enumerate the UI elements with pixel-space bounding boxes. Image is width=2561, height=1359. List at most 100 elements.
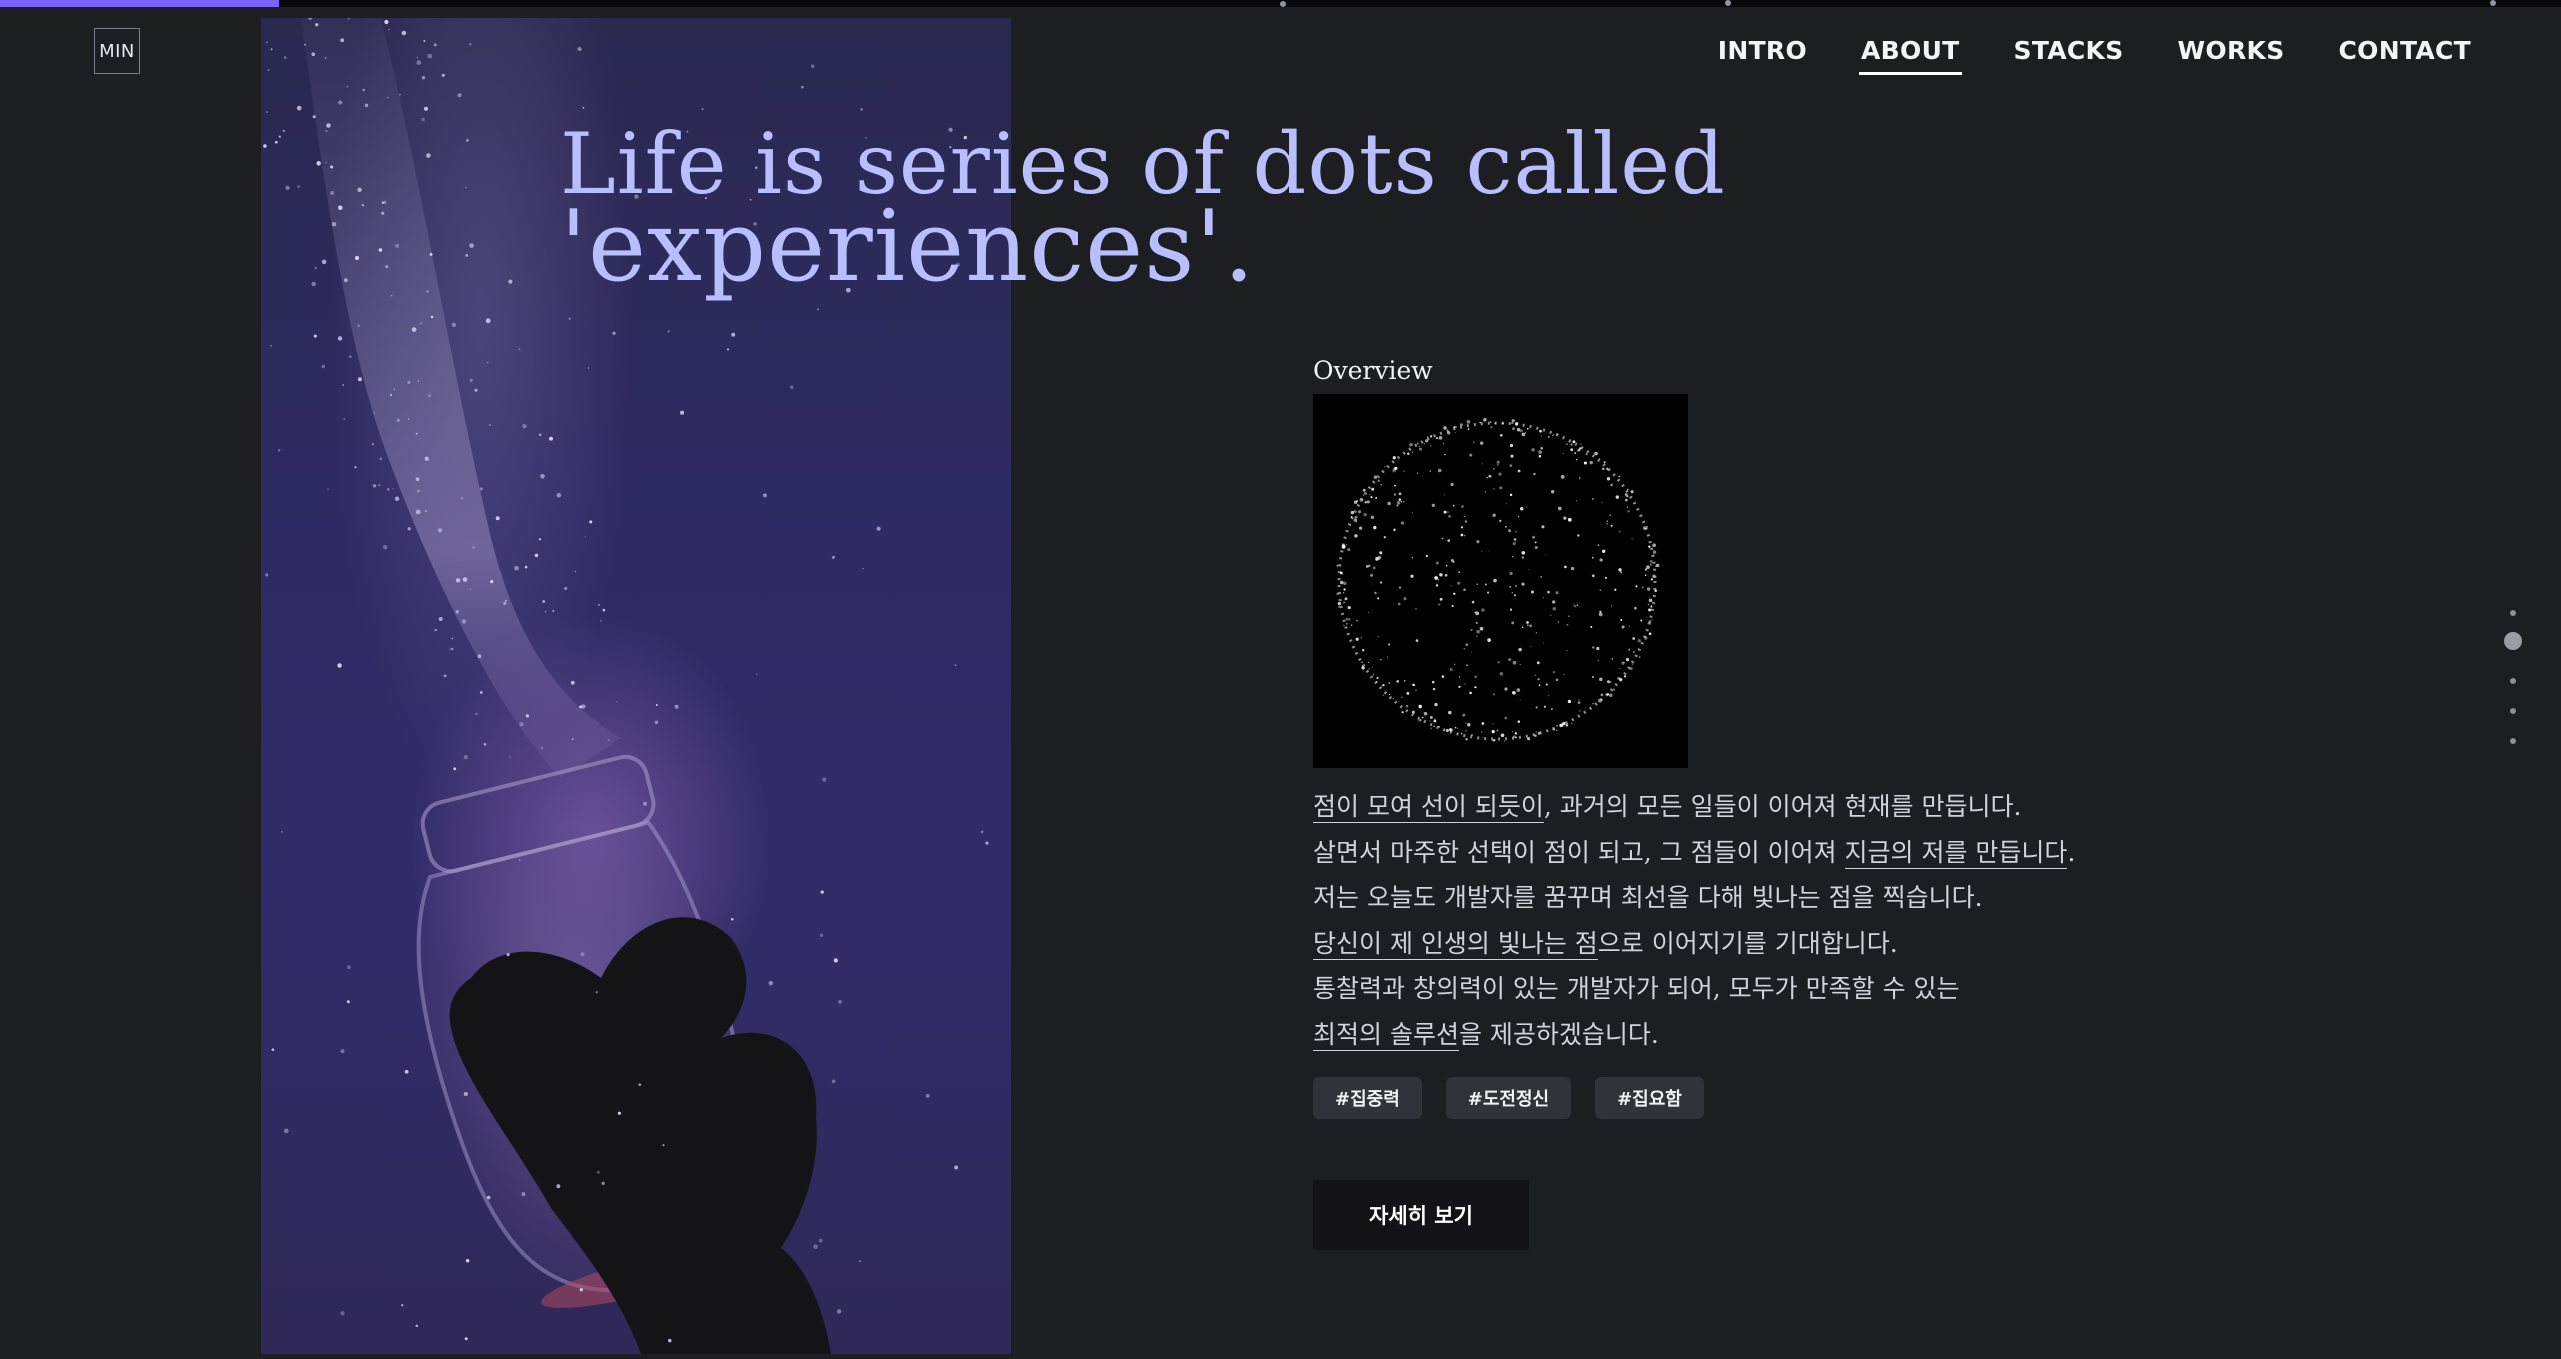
section-dot[interactable]	[2510, 678, 2516, 684]
globe-dot	[1541, 435, 1543, 437]
globe-dot	[1570, 443, 1573, 446]
star-dot	[463, 755, 468, 760]
star-dot	[371, 443, 374, 446]
nav-works[interactable]: WORKS	[2178, 36, 2285, 75]
star-dot	[469, 243, 474, 248]
globe-dot	[1552, 670, 1555, 674]
star-dot	[475, 712, 478, 716]
star-dot	[860, 107, 864, 111]
star-dot	[407, 418, 410, 420]
globe-dot	[1499, 433, 1503, 437]
star-dot	[981, 830, 984, 834]
globe-dot	[1431, 680, 1435, 684]
star-dot	[451, 637, 453, 640]
globe-dot	[1434, 576, 1438, 580]
globe-dot	[1596, 646, 1600, 651]
section-dot[interactable]	[2510, 708, 2516, 714]
globe-dot	[1379, 551, 1383, 555]
globe-dot	[1508, 529, 1512, 533]
globe-dot	[1515, 422, 1519, 426]
star-dot	[427, 394, 431, 398]
line-text: 살면서 마주한 선택이 점이 되고, 그 점들이 이어져	[1313, 837, 1845, 867]
globe-dot	[1369, 493, 1371, 496]
globe-dot	[1525, 506, 1528, 508]
globe-dot	[1343, 581, 1347, 586]
globe-dot	[1510, 454, 1514, 458]
globe-dot	[1606, 693, 1610, 696]
globe-dot	[1454, 726, 1457, 729]
section-dot[interactable]	[2510, 738, 2516, 744]
dotted-globe-image	[1313, 394, 1688, 768]
highlighted-phrase: 점이 모여 선이 되듯이	[1313, 792, 1544, 823]
globe-dot	[1443, 510, 1447, 514]
globe-dot	[1496, 463, 1499, 466]
main-nav: INTRO ABOUT STACKS WORKS CONTACT	[1718, 36, 2471, 75]
globe-dot	[1521, 582, 1525, 586]
star-dot	[270, 48, 273, 51]
globe-dot	[1547, 435, 1550, 438]
globe-dot	[1619, 668, 1621, 670]
globe-dot	[1464, 683, 1466, 685]
nav-about[interactable]: ABOUT	[1859, 36, 1962, 75]
globe-dot	[1499, 486, 1503, 490]
globe-dot	[1442, 442, 1445, 445]
globe-dot	[1542, 597, 1544, 599]
globe-dot	[1566, 649, 1568, 652]
star-dot	[415, 477, 420, 482]
globe-dot	[1534, 541, 1537, 544]
globe-dot	[1394, 484, 1396, 487]
globe-dot	[1373, 475, 1378, 479]
star-dot	[330, 190, 335, 196]
globe-dot	[1404, 680, 1406, 682]
star-dot	[455, 610, 459, 614]
globe-dot	[1635, 585, 1638, 588]
globe-dot	[1405, 704, 1409, 708]
globe-dot	[1487, 638, 1491, 642]
globe-dot	[1524, 736, 1526, 738]
globe-dot	[1649, 559, 1653, 563]
star-dot	[836, 1309, 842, 1314]
globe-dot	[1603, 461, 1606, 464]
star-dot	[378, 248, 383, 252]
star-dot	[731, 917, 734, 921]
section-dot-active[interactable]	[2504, 632, 2522, 650]
globe-dot	[1410, 574, 1414, 578]
logo[interactable]: MIN	[94, 28, 140, 74]
globe-dot	[1628, 625, 1630, 627]
globe-dot	[1367, 611, 1370, 613]
globe-dot	[1377, 555, 1382, 560]
star-dot	[469, 588, 472, 590]
globe-dot	[1454, 431, 1456, 434]
globe-dot	[1538, 684, 1541, 687]
globe-dot	[1599, 677, 1603, 682]
star-dot	[282, 129, 285, 132]
globe-dot	[1536, 661, 1540, 665]
globe-dot	[1486, 477, 1488, 479]
globe-dot	[1474, 675, 1478, 679]
globe-dot	[1368, 564, 1371, 568]
section-dot[interactable]	[2510, 610, 2516, 616]
globe-dot	[1648, 598, 1653, 603]
globe-dot	[1609, 681, 1612, 683]
globe-dot	[1609, 514, 1612, 517]
globe-dot	[1547, 694, 1550, 697]
nav-stacks[interactable]: STACKS	[2014, 36, 2124, 75]
globe-dot	[1374, 591, 1377, 595]
globe-dot	[1623, 675, 1627, 678]
view-more-button[interactable]: 자세히 보기	[1313, 1180, 1529, 1250]
globe-dot	[1453, 592, 1456, 595]
globe-dot	[1647, 603, 1650, 606]
globe-dot	[1376, 676, 1379, 680]
nav-contact[interactable]: CONTACT	[2339, 36, 2471, 75]
star-dot	[416, 56, 419, 59]
star-dot	[474, 388, 478, 392]
nav-intro[interactable]: INTRO	[1718, 36, 1807, 75]
star-dot	[465, 187, 467, 189]
globe-dot	[1552, 728, 1555, 731]
star-dot	[433, 43, 437, 47]
globe-dot	[1517, 720, 1521, 723]
globe-dot	[1509, 443, 1514, 448]
globe-dot	[1534, 674, 1537, 677]
star-dot	[556, 1184, 561, 1189]
star-dot	[521, 1192, 526, 1197]
